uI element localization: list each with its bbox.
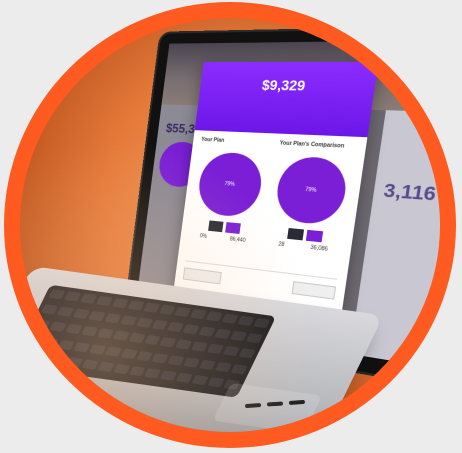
modal-footer xyxy=(182,260,338,300)
modal-col-1-title: Your Plan xyxy=(200,136,225,144)
app-header-photo xyxy=(161,39,440,113)
modal-col-1-pie-label: 79% xyxy=(224,180,236,188)
port-1 xyxy=(244,402,262,409)
port-2 xyxy=(266,401,284,407)
legend-swatch-dark xyxy=(286,227,304,241)
modal-col-2-values: 28 36,086 xyxy=(265,240,341,255)
modal-col-1: Your Plan 79% 0% 86,440 xyxy=(188,137,271,246)
modal-amount: $9,329 xyxy=(260,76,307,94)
legend-swatch-purple xyxy=(224,222,241,234)
background-left-panel: $55,3 xyxy=(133,104,220,328)
modal-col-2-pie-circle: 79% xyxy=(273,155,350,227)
modal-col-1-values: 0% 86,440 xyxy=(188,232,257,245)
trackpad xyxy=(212,382,323,432)
legend-swatch-dark xyxy=(207,220,224,233)
background-right-panel: 3,116 xyxy=(349,110,440,368)
modal-col-2: Your Plan's Comparison 79% 28 36,086 xyxy=(265,140,357,254)
background-left-value: $55,3 xyxy=(165,120,196,137)
modal-col-2-val-2: 36,086 xyxy=(309,244,329,253)
laptop-ports xyxy=(244,399,306,409)
background-left-pie xyxy=(156,140,205,189)
modal-col-2-pie: 79% xyxy=(273,155,350,227)
modal-col-1-pie: 79% xyxy=(195,151,266,219)
modal-col-1-legend xyxy=(189,219,259,236)
product-promo-stage: $55,3 3,116 $9,329 Your Plan 79% 0% 86,4… xyxy=(4,2,456,448)
laptop-screen: $55,3 3,116 $9,329 Your Plan 79% 0% 86,4… xyxy=(133,39,440,368)
background-right-value: 3,116 xyxy=(382,179,438,206)
modal-col-2-val-1: 28 xyxy=(277,241,285,249)
modal-footer-button-right[interactable] xyxy=(291,281,337,300)
modal-col-2-legend xyxy=(267,226,344,244)
laptop-screen-bezel: $55,3 3,116 $9,329 Your Plan 79% 0% 86,4… xyxy=(123,27,440,387)
modal-header: $9,329 xyxy=(194,61,379,138)
modal-col-1-val-2: 86,440 xyxy=(229,236,246,245)
modal-columns: Your Plan 79% 0% 86,440 Your Plan's Comp… xyxy=(181,130,368,255)
modal-col-1-pie-circle: 79% xyxy=(195,151,266,219)
modal-col-2-title: Your Plan's Comparison xyxy=(279,140,345,150)
modal-footer-button-left[interactable] xyxy=(182,267,222,285)
comparison-modal: $9,329 Your Plan 79% 0% 86,440 Your Plan… xyxy=(174,61,379,310)
laptop-base xyxy=(20,266,384,432)
modal-col-2-pie-label: 79% xyxy=(304,186,317,194)
port-3 xyxy=(288,399,306,406)
photo-disc: $55,3 3,116 $9,329 Your Plan 79% 0% 86,4… xyxy=(20,18,440,432)
legend-swatch-purple xyxy=(305,229,323,243)
keyboard xyxy=(20,284,277,398)
modal-col-1-val-1: 0% xyxy=(199,233,208,240)
